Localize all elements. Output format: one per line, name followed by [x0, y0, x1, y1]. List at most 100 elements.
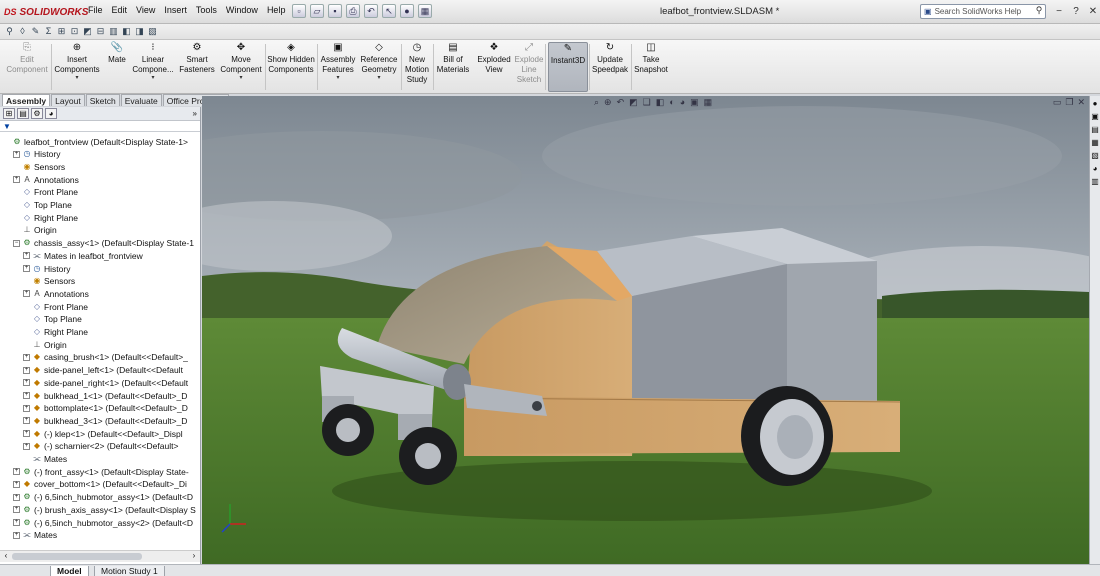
tree-item[interactable]: + ⚙ (-) front_assy<1> (Default<Display Sta…	[0, 465, 200, 478]
menu-view[interactable]: View	[136, 5, 155, 15]
panel-more-icon[interactable]: »	[193, 109, 197, 118]
insert-components-button[interactable]: ⊕ Insert Components ▾	[52, 42, 102, 92]
move-component-button[interactable]: ✥ Move Component ▾	[218, 42, 264, 92]
relations-icon[interactable]: ⊟	[95, 26, 106, 37]
menu-file[interactable]: File	[88, 5, 103, 15]
view-orientation-icon[interactable]: ❑	[643, 97, 651, 108]
exploded-view-button[interactable]: ❖ Exploded View	[474, 42, 514, 92]
filter-icon[interactable]: ▼	[3, 122, 11, 131]
expand-icon[interactable]: +	[13, 493, 20, 501]
hide-show-icon[interactable]: ◐	[669, 97, 674, 108]
scroll-thumb[interactable]	[12, 553, 142, 560]
save-icon[interactable]: ▪	[328, 4, 342, 18]
import-icon[interactable]: ◧	[121, 26, 132, 37]
tree-item[interactable]: + ◆ side-panel_left<1> (Default<<Default	[0, 364, 200, 377]
tree-item[interactable]: ◇ Front Plane	[0, 186, 200, 199]
tree-item[interactable]: ⊥ Origin	[0, 338, 200, 351]
expand-icon[interactable]: +	[23, 392, 30, 399]
show-hidden-components-button[interactable]: ◈ Show Hidden Components	[266, 42, 316, 92]
smart-fasteners-button[interactable]: ⚙ Smart Fasteners	[178, 42, 216, 92]
linear-compone-button[interactable]: ⁝ Linear Compone... ▾	[130, 42, 176, 92]
tree-horizontal-scrollbar[interactable]: ‹ ›	[0, 550, 200, 562]
mass-properties-icon[interactable]: ⊡	[69, 26, 80, 37]
tree-item[interactable]: + ◆ bottomplate<1> (Default<<Default>_D	[0, 402, 200, 415]
tree-item[interactable]: + ◷ History	[0, 262, 200, 275]
dropdown-arrow-icon[interactable]: ▾	[151, 75, 154, 81]
menu-window[interactable]: Window	[226, 5, 258, 15]
appearances-icon[interactable]: ◕	[1090, 163, 1100, 174]
bottom-tab-model[interactable]: Model	[50, 566, 89, 576]
expand-icon[interactable]: +	[23, 417, 30, 425]
mate-button[interactable]: 📎 Mate	[104, 42, 130, 92]
tree-item[interactable]: ⚙ leafbot_frontview (Default<Display Stat…	[0, 135, 200, 148]
tree-item[interactable]: + ◆ (-) klep<1> (Default<<Default>_Displ	[0, 427, 200, 440]
interference-icon[interactable]: ▥	[108, 26, 119, 37]
options-icon[interactable]: ▦	[418, 4, 432, 18]
zoom-to-fit-icon[interactable]: ⌕	[594, 97, 599, 108]
feature-tree-tab-icon[interactable]: ⊞	[3, 108, 15, 119]
tree-item[interactable]: ⊥ Origin	[0, 224, 200, 237]
minimize-icon[interactable]: −	[1052, 4, 1066, 18]
tree-item[interactable]: + ⚙ (-) 6,5inch_hubmotor_assy<1> (Default<…	[0, 491, 200, 504]
menu-insert[interactable]: Insert	[164, 5, 187, 15]
section-icon[interactable]: ◩	[82, 26, 93, 37]
appearance-icon[interactable]: ◕	[680, 97, 685, 108]
sketch-icon[interactable]: ✎	[30, 26, 41, 37]
instant3d-button[interactable]: ✎ Instant3D	[548, 42, 588, 92]
bill-of-materials-button[interactable]: ▤ Bill of Materials	[434, 42, 472, 92]
configuration-tab-icon[interactable]: ⚙	[31, 108, 43, 119]
expand-icon[interactable]: +	[23, 430, 30, 438]
search-icon[interactable]: ⚲	[1033, 5, 1045, 18]
tree-item[interactable]: + ◆ bulkhead_3<1> (Default<<Default>_D	[0, 414, 200, 427]
expand-icon[interactable]: +	[23, 265, 30, 272]
update-speedpak-button[interactable]: ↻ Update Speedpak	[590, 42, 630, 92]
tree-item[interactable]: ⫘ Mates	[0, 453, 200, 466]
sum-icon[interactable]: Σ	[43, 26, 54, 37]
assembly-features-button[interactable]: ▣ Assembly Features ▾	[318, 42, 358, 92]
tree-item[interactable]: + ◆ cover_bottom<1> (Default<<Default>_Di	[0, 478, 200, 491]
dropdown-arrow-icon[interactable]: ▾	[377, 75, 380, 81]
tree-item[interactable]: ◇ Top Plane	[0, 199, 200, 212]
dropdown-arrow-icon[interactable]: ▾	[336, 75, 339, 81]
design-library-icon[interactable]: ▣	[1090, 111, 1100, 122]
expand-icon[interactable]: +	[23, 366, 30, 374]
expand-icon[interactable]: +	[13, 176, 20, 184]
tree-item[interactable]: ◇ Right Plane	[0, 326, 200, 339]
expand-icon[interactable]: +	[23, 442, 30, 450]
vp-restore-icon[interactable]: ❐	[1065, 97, 1073, 108]
expand-icon[interactable]: +	[13, 519, 20, 526]
tree-item[interactable]: + A Annotations	[0, 173, 200, 186]
resources-icon[interactable]: ●	[1090, 98, 1100, 109]
appearance-tab-icon[interactable]: ◕	[45, 108, 57, 119]
dropdown-arrow-icon[interactable]: ▾	[75, 75, 78, 81]
tree-item[interactable]: ◇ Right Plane	[0, 211, 200, 224]
measure-icon[interactable]: ⊞	[56, 26, 67, 37]
take-snapshot-button[interactable]: ◫ Take Snapshot	[632, 42, 670, 92]
tree-item[interactable]: + ⚙ (-) 6,5inch_hubmotor_assy<2> (Default<…	[0, 516, 200, 529]
menu-edit[interactable]: Edit	[112, 5, 128, 15]
tab-layout[interactable]: Layout	[51, 94, 85, 106]
zoom-area-icon[interactable]: ⊕	[604, 97, 612, 108]
undo-icon[interactable]: ↶	[364, 4, 378, 18]
rebuild-icon[interactable]: ●	[400, 4, 414, 18]
tree-item[interactable]: + ◆ side-panel_right<1> (Default<<Default	[0, 376, 200, 389]
vp-minimize-icon[interactable]: ▭	[1053, 97, 1062, 108]
close-icon[interactable]: ✕	[1086, 4, 1100, 18]
new-motion-study-button[interactable]: ◷ New Motion Study	[402, 42, 432, 92]
expand-icon[interactable]: +	[23, 290, 30, 298]
tree-item[interactable]: ◉ Sensors	[0, 275, 200, 288]
previous-view-icon[interactable]: ↶	[617, 97, 625, 108]
scroll-right-icon[interactable]: ›	[189, 551, 199, 560]
select-icon[interactable]: ↖	[382, 4, 396, 18]
tree-item[interactable]: + ⫘ Mates	[0, 529, 200, 542]
section-view-icon[interactable]: ◩	[629, 97, 638, 108]
menu-tools[interactable]: Tools	[196, 5, 217, 15]
tree-filter[interactable]: ▼	[0, 121, 200, 132]
graphics-area[interactable]: ⌕ ⊕ ↶ ◩ ❑ ◧ ◐ ◕ ▣ ▦ ▭ ❐ ✕	[202, 96, 1089, 564]
display-style-icon[interactable]: ◧	[656, 97, 665, 108]
collapse-icon[interactable]: −	[13, 239, 20, 247]
new-document-icon[interactable]: ▫	[292, 4, 306, 18]
view-palette-icon[interactable]: ▧	[1090, 150, 1100, 161]
smart-dimension-icon[interactable]: ◊	[17, 26, 28, 37]
expand-icon[interactable]: +	[13, 480, 20, 488]
